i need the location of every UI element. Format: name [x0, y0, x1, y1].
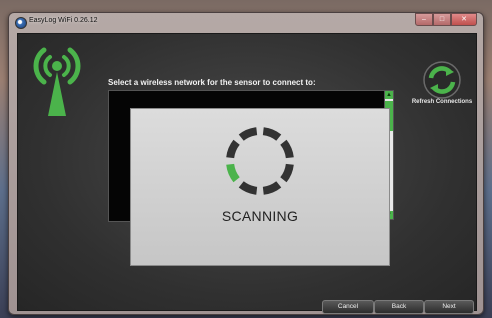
- cancel-button[interactable]: Cancel: [322, 300, 374, 314]
- minimize-button[interactable]: –: [415, 13, 433, 26]
- spinner-segment: [238, 181, 258, 195]
- title-bar[interactable]: EasyLog WiFi 0.26.12 – □ ✕: [9, 13, 483, 31]
- refresh-icon[interactable]: [422, 60, 462, 100]
- arrow-up-icon[interactable]: ▲: [385, 91, 393, 99]
- client-area: Select a wireless network for the sensor…: [17, 33, 477, 314]
- instruction-text: Select a wireless network for the sensor…: [108, 78, 316, 87]
- wifi-antenna-icon: [33, 47, 81, 116]
- maximize-button[interactable]: □: [433, 13, 451, 26]
- app-window: EasyLog WiFi 0.26.12 – □ ✕ Select a wire…: [8, 12, 484, 315]
- spinner-segment: [280, 139, 294, 159]
- spinner-segment: [226, 139, 240, 159]
- window-title: EasyLog WiFi 0.26.12: [29, 17, 98, 24]
- app-icon: [15, 17, 27, 29]
- refresh-connections-label[interactable]: Refresh Connections: [410, 98, 474, 106]
- next-button[interactable]: Next: [424, 300, 474, 314]
- spinner-segment: [238, 127, 258, 141]
- spinner-segment: [262, 127, 282, 141]
- spinner-segment: [262, 181, 282, 195]
- spinner-segment: [280, 163, 294, 183]
- caption-buttons: – □ ✕: [415, 13, 477, 26]
- loading-spinner-icon: [226, 127, 294, 195]
- back-button[interactable]: Back: [374, 300, 424, 314]
- scanning-dialog: SCANNING: [130, 108, 390, 266]
- close-button[interactable]: ✕: [451, 13, 477, 26]
- scanning-status: SCANNING: [221, 208, 299, 224]
- spinner-segment: [226, 163, 240, 183]
